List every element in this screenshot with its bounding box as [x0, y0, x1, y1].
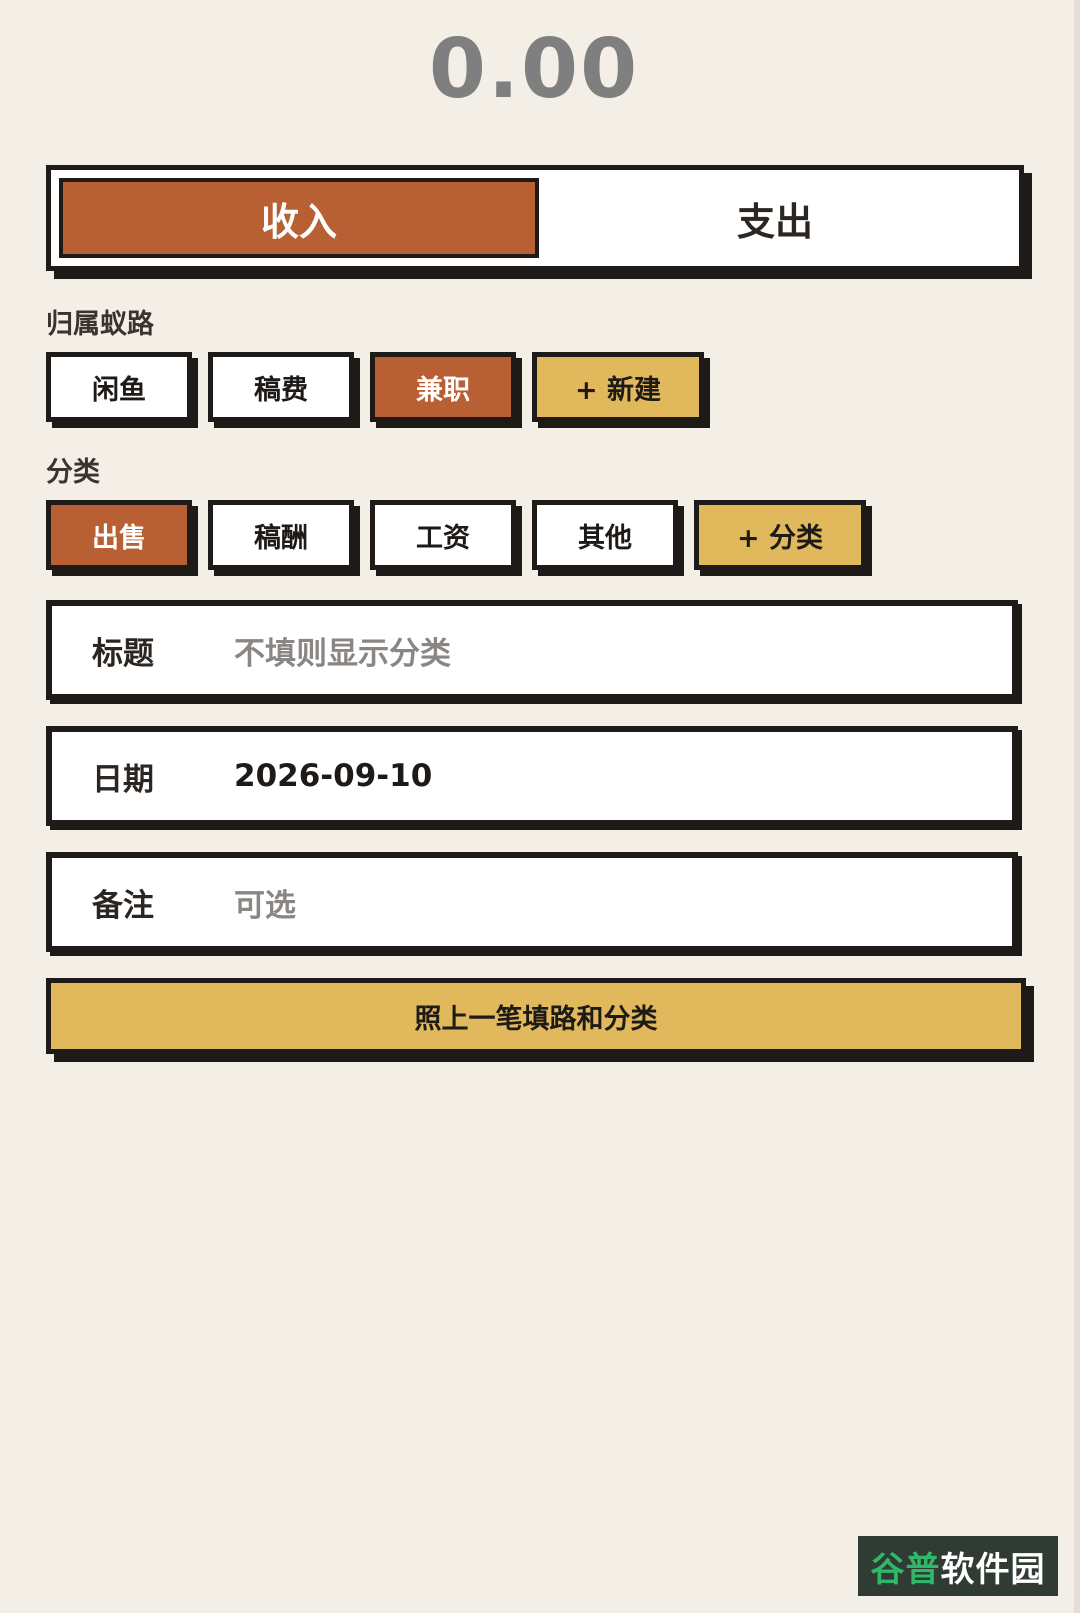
route-chip-row: 闲鱼 稿费 兼职 + 新建 — [46, 352, 720, 422]
route-chip-gaofei[interactable]: 稿费 — [208, 352, 354, 422]
watermark-part2: 软件园 — [940, 1549, 1046, 1590]
date-label: 日期 — [92, 761, 154, 798]
route-chip-xianyu[interactable]: 闲鱼 — [46, 352, 192, 422]
note-field[interactable]: 备注 可选 — [46, 852, 1018, 952]
category-section-label: 分类 — [46, 457, 100, 488]
title-field[interactable]: 标题 不填则显示分类 — [46, 600, 1018, 700]
date-field[interactable]: 日期 2026-09-10 — [46, 726, 1018, 826]
date-input[interactable]: 2026-09-10 — [234, 758, 432, 794]
record-form-page: 0.00 收入 支出 归属蚁路 闲鱼 稿费 兼职 + 新建 分类 出售 稿酬 工… — [0, 0, 1080, 1613]
expense-tab[interactable]: 支出 — [539, 178, 1011, 258]
category-chip-row: 出售 稿酬 工资 其他 + 分类 — [46, 500, 882, 570]
note-input[interactable]: 可选 — [234, 880, 296, 925]
income-tab[interactable]: 收入 — [59, 178, 539, 258]
new-category-button[interactable]: + 分类 — [694, 500, 866, 570]
route-chip-jianzhi[interactable]: 兼职 — [370, 352, 516, 422]
route-section-label: 归属蚁路 — [46, 309, 154, 340]
title-input[interactable]: 不填则显示分类 — [234, 628, 451, 673]
title-label: 标题 — [92, 635, 154, 672]
amount-display[interactable]: 0.00 — [0, 22, 1068, 117]
income-expense-toggle: 收入 支出 — [46, 165, 1024, 271]
repeat-last-button[interactable]: 照上一笔填路和分类 — [46, 978, 1026, 1054]
new-route-button[interactable]: + 新建 — [532, 352, 704, 422]
watermark-logo: 谷普 软件园 — [858, 1536, 1058, 1596]
category-chip-other[interactable]: 其他 — [532, 500, 678, 570]
category-chip-royalty[interactable]: 稿酬 — [208, 500, 354, 570]
note-label: 备注 — [92, 887, 154, 924]
category-chip-salary[interactable]: 工资 — [370, 500, 516, 570]
right-edge-divider — [1074, 0, 1080, 1613]
category-chip-sale[interactable]: 出售 — [46, 500, 192, 570]
watermark-part1: 谷普 — [870, 1549, 941, 1590]
